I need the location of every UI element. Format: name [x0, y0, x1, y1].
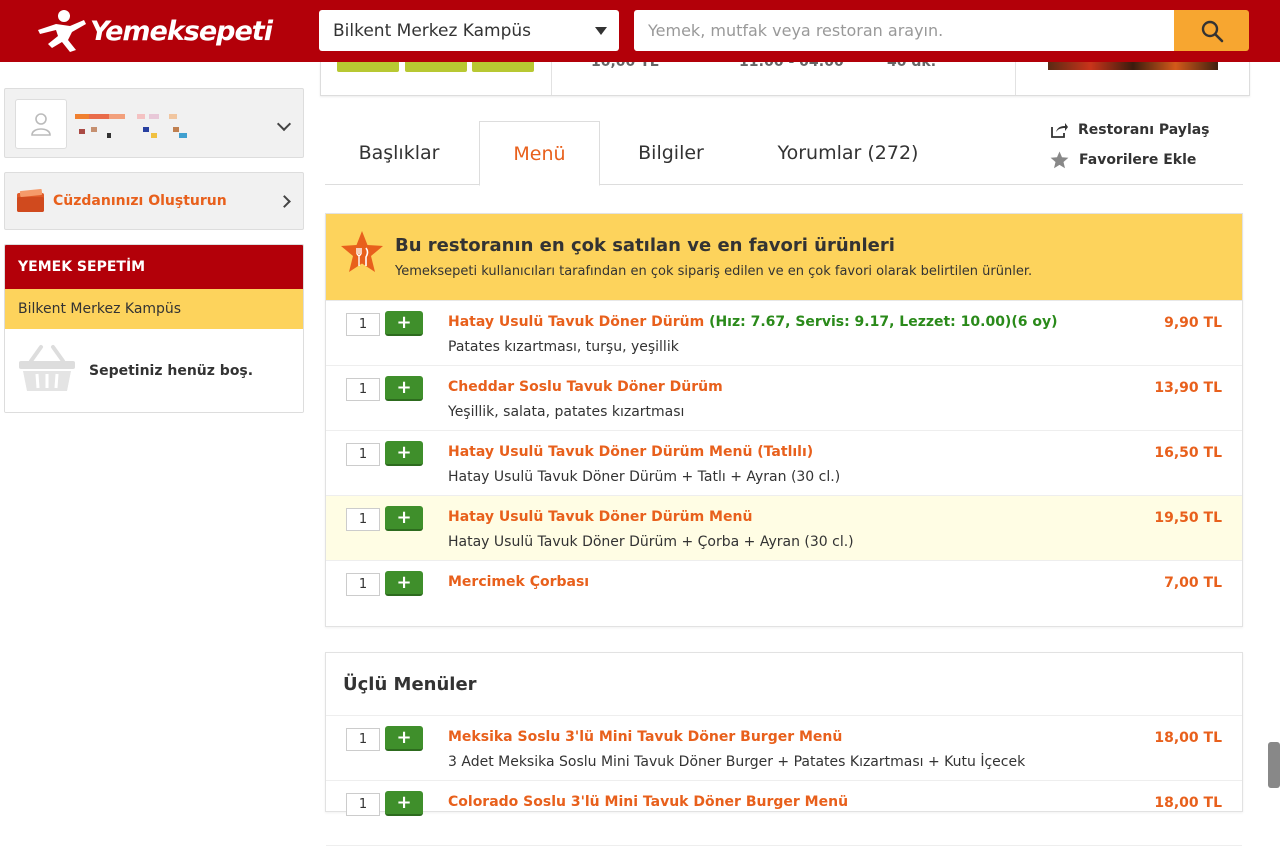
restaurant-image [1048, 62, 1218, 70]
add-to-cart-button[interactable]: + [385, 311, 423, 336]
cart-title: YEMEK SEPETİM [5, 245, 303, 289]
cart-empty-text: Sepetiniz henüz boş. [89, 363, 254, 379]
rating-bar [337, 62, 399, 72]
menu-item: + Colorado Soslu 3'lü Mini Tavuk Döner B… [326, 781, 1242, 846]
best-sellers-section: Bu restoranın en çok satılan ve en favor… [325, 213, 1243, 627]
yemeksepeti-logo[interactable]: Yemeksepeti [34, 8, 273, 54]
star-badge-icon [341, 231, 383, 272]
favorite-label: Favorilere Ekle [1079, 152, 1197, 168]
rating-bar [405, 62, 467, 72]
product-price: 7,00 TL [1164, 575, 1222, 591]
divider [551, 62, 552, 95]
min-order-value: 10,00 TL [591, 62, 659, 70]
star-icon [1050, 151, 1069, 169]
product-name[interactable]: Hatay Usulü Tavuk Döner Dürüm Menü [448, 509, 752, 525]
cart-location: Bilkent Merkez Kampüs [5, 289, 303, 329]
basket-icon [19, 345, 75, 391]
caret-down-icon [595, 27, 607, 35]
product-price: 13,90 TL [1154, 380, 1222, 396]
top-header: Yemeksepeti Bilkent Merkez Kampüs [0, 0, 1280, 62]
add-favorite-link[interactable]: Favorilere Ekle [1050, 151, 1196, 169]
share-icon [1051, 123, 1068, 138]
best-sellers-subtitle: Yemeksepeti kullanıcıları tarafından en … [395, 264, 1033, 279]
add-to-cart-button[interactable]: + [385, 726, 423, 751]
cart-empty-state: Sepetiniz henüz boş. [5, 329, 303, 412]
quantity-input[interactable] [346, 573, 380, 596]
quantity-input[interactable] [346, 508, 380, 531]
menu-item: + Hatay Usulü Tavuk Döner Dürüm Menü Hat… [326, 496, 1242, 561]
chevron-down-icon [276, 116, 292, 132]
add-to-cart-button[interactable]: + [385, 571, 423, 596]
wallet-label: Cüzdanınızı Oluşturun [53, 193, 227, 209]
triple-menus-section: Üçlü Menüler + Meksika Soslu 3'lü Mini T… [325, 652, 1243, 846]
product-description: 3 Adet Meksika Soslu Mini Tavuk Döner Bu… [448, 754, 1026, 770]
quantity-input[interactable] [346, 313, 380, 336]
add-to-cart-button[interactable]: + [385, 376, 423, 401]
delivery-time-value: 40 dk. [887, 62, 937, 70]
product-name-text: Hatay Usulü Tavuk Döner Dürüm [448, 314, 705, 330]
tab-menu[interactable]: Menü [479, 121, 600, 186]
product-description: Hatay Usulü Tavuk Döner Dürüm + Tatlı + … [448, 469, 841, 485]
blurred-user-name [75, 111, 205, 139]
product-name[interactable]: Cheddar Soslu Tavuk Döner Dürüm [448, 379, 723, 395]
user-icon [31, 113, 51, 136]
working-hours-value: 11:00 - 04:00 [739, 62, 844, 70]
user-account-box[interactable] [4, 88, 304, 158]
product-price: 19,50 TL [1154, 510, 1222, 526]
share-label: Restoranı Paylaş [1078, 122, 1210, 138]
location-select[interactable]: Bilkent Merkez Kampüs [319, 10, 619, 51]
product-name[interactable]: Hatay Usulü Tavuk Döner Dürüm (Hız: 7.67… [448, 314, 1058, 330]
add-to-cart-button[interactable]: + [385, 441, 423, 466]
product-description: Hatay Usulü Tavuk Döner Dürüm + Çorba + … [448, 534, 854, 550]
menu-item: + Hatay Usulü Tavuk Döner Dürüm Menü (Ta… [326, 431, 1242, 496]
quantity-input[interactable] [346, 443, 380, 466]
rating-bar [472, 62, 534, 72]
running-man-icon [38, 10, 86, 52]
restaurant-info-card: 10,00 TL 11:00 - 04:00 40 dk. [320, 62, 1250, 96]
tab-reviews[interactable]: Yorumlar (272) [757, 121, 939, 185]
search-input[interactable] [634, 10, 1174, 51]
menu-item: + Meksika Soslu 3'lü Mini Tavuk Döner Bu… [326, 716, 1242, 781]
menu-item: + Hatay Usulü Tavuk Döner Dürüm (Hız: 7.… [326, 301, 1242, 366]
search-button[interactable] [1174, 10, 1249, 51]
product-price: 18,00 TL [1154, 730, 1222, 746]
shopping-cart: YEMEK SEPETİM Bilkent Merkez Kampüs Sepe… [4, 244, 304, 413]
product-name[interactable]: Colorado Soslu 3'lü Mini Tavuk Döner Bur… [448, 794, 848, 810]
quantity-input[interactable] [346, 728, 380, 751]
wallet-icon [17, 189, 44, 212]
search-icon [1201, 20, 1223, 42]
product-rating: (Hız: 7.67, Servis: 9.17, Lezzet: 10.00)… [709, 314, 1058, 330]
product-price: 9,90 TL [1164, 315, 1222, 331]
avatar [15, 99, 67, 149]
product-description: Yeşillik, salata, patates kızartması [448, 404, 685, 420]
product-name[interactable]: Meksika Soslu 3'lü Mini Tavuk Döner Burg… [448, 729, 842, 745]
quantity-input[interactable] [346, 793, 380, 816]
menu-item: + Cheddar Soslu Tavuk Döner Dürüm Yeşill… [326, 366, 1242, 431]
create-wallet-link[interactable]: Cüzdanınızı Oluşturun [4, 172, 304, 230]
menu-item: + Mercimek Çorbası 7,00 TL [326, 561, 1242, 626]
best-sellers-title: Bu restoranın en çok satılan ve en favor… [395, 235, 895, 256]
chevron-right-icon [278, 195, 291, 208]
quantity-input[interactable] [346, 378, 380, 401]
tab-info[interactable]: Bilgiler [606, 121, 736, 185]
add-to-cart-button[interactable]: + [385, 506, 423, 531]
scrollbar-thumb[interactable] [1268, 742, 1280, 788]
product-name[interactable]: Hatay Usulü Tavuk Döner Dürüm Menü (Tatl… [448, 444, 813, 460]
best-sellers-header: Bu restoranın en çok satılan ve en favor… [326, 214, 1242, 301]
location-value: Bilkent Merkez Kampüs [333, 20, 532, 41]
product-name[interactable]: Mercimek Çorbası [448, 574, 589, 590]
logo-text: Yemeksepeti [90, 15, 273, 47]
product-description: Patates kızartması, turşu, yeşillik [448, 339, 679, 355]
tab-headers[interactable]: Başlıklar [325, 121, 473, 185]
add-to-cart-button[interactable]: + [385, 791, 423, 816]
share-restaurant-link[interactable]: Restoranı Paylaş [1050, 122, 1210, 138]
product-price: 18,00 TL [1154, 795, 1222, 811]
product-price: 16,50 TL [1154, 445, 1222, 461]
section-title: Üçlü Menüler [326, 653, 1242, 716]
divider [1015, 62, 1016, 95]
